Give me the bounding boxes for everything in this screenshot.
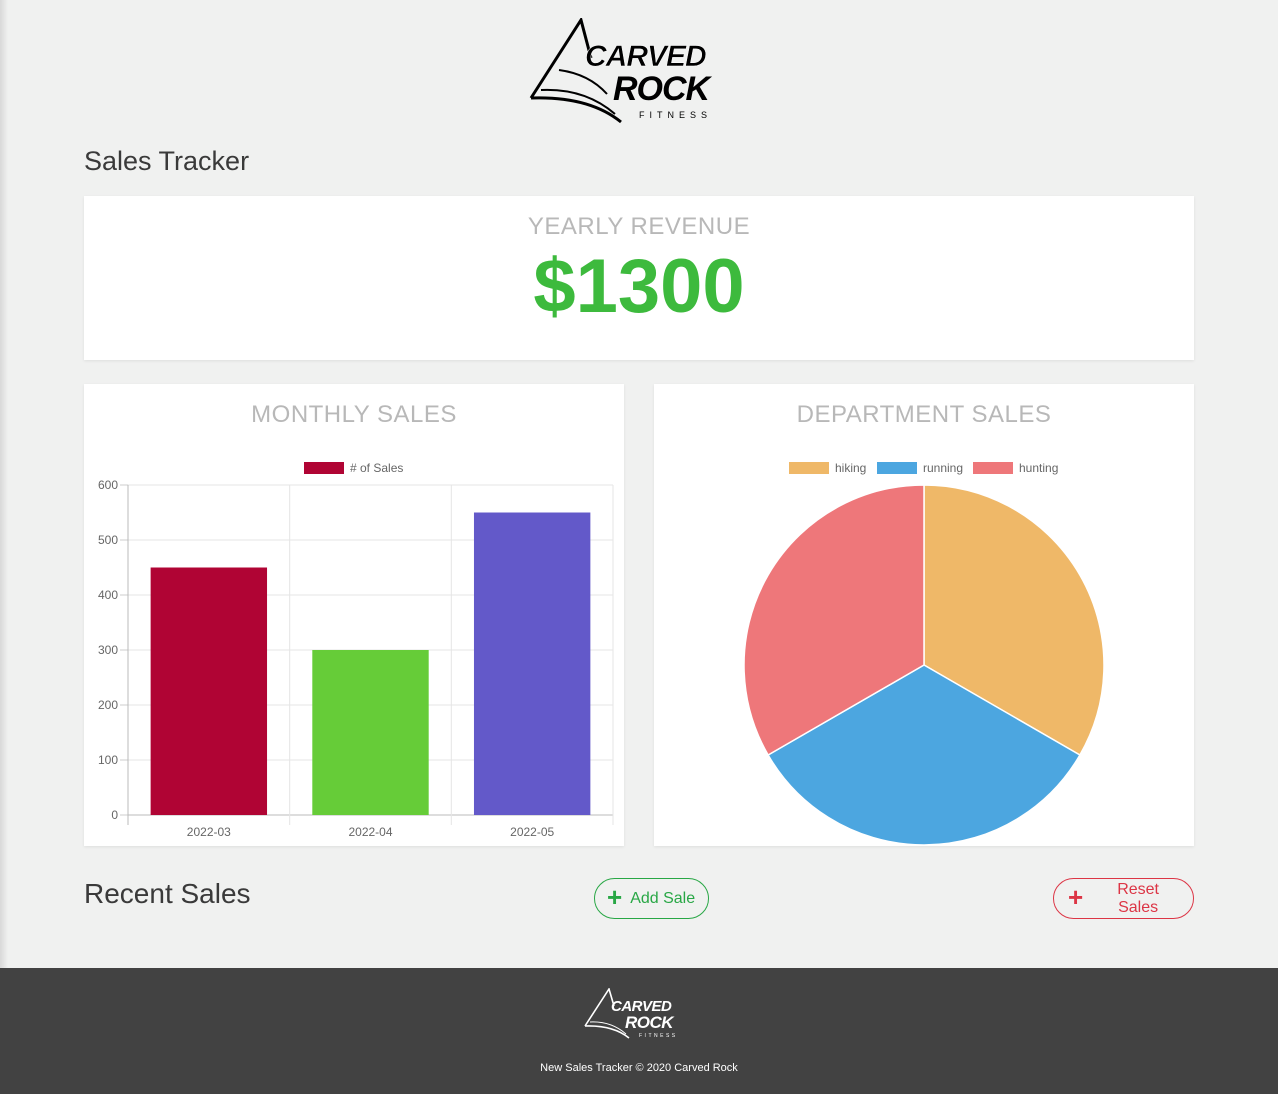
x-tick-label: 2022-04 bbox=[348, 825, 392, 839]
footer-logo: CARVED ROCK FITNESS bbox=[583, 987, 697, 1040]
yearly-revenue-heading: YEARLY REVENUE bbox=[527, 213, 751, 240]
legend-label-hiking: hiking bbox=[835, 461, 866, 475]
legend-label-running: running bbox=[923, 461, 963, 475]
footer-logo-text-rock: ROCK bbox=[625, 1013, 675, 1032]
y-tick-label: 400 bbox=[98, 588, 118, 602]
y-tick-label: 200 bbox=[98, 698, 118, 712]
footer-logo-text-fitness: FITNESS bbox=[639, 1033, 678, 1039]
legend-swatch-hunting bbox=[973, 462, 1013, 474]
reset-sales-button[interactable]: + Reset Sales bbox=[1053, 878, 1194, 919]
logo-text-rock: ROCK bbox=[613, 70, 713, 108]
bar-legend: # of Sales bbox=[304, 461, 403, 475]
monthly-sales-bar-chart: # of Sales 0 100 200 300 400 500 600 2022-03 2022… bbox=[98, 461, 614, 839]
y-tick-label: 300 bbox=[98, 643, 118, 657]
yearly-revenue-value: $1300 bbox=[533, 244, 745, 329]
department-sales-pie-chart: hiking running hunting bbox=[743, 461, 1105, 846]
y-tick-label: 100 bbox=[98, 753, 118, 767]
logo-text-carved: CARVED bbox=[585, 40, 706, 73]
y-tick-label: 500 bbox=[98, 533, 118, 547]
recent-sales-title: Recent Sales bbox=[84, 878, 251, 909]
plus-icon: + bbox=[1068, 882, 1084, 912]
carved-rock-logo: CARVED ROCK FITNESS bbox=[529, 16, 753, 126]
reset-sales-label: Reset Sales bbox=[1117, 880, 1159, 916]
x-tick-label: 2022-03 bbox=[187, 825, 231, 839]
legend-label-hunting: hunting bbox=[1019, 461, 1058, 475]
footer-copyright: New Sales Tracker © 2020 Carved Rock bbox=[540, 1062, 738, 1074]
legend-swatch-hiking bbox=[789, 462, 829, 474]
y-tick-label: 600 bbox=[98, 478, 118, 492]
logo-text-fitness: FITNESS bbox=[639, 110, 712, 120]
legend-swatch-sales bbox=[304, 462, 344, 474]
yearly-revenue-card: YEARLY REVENUE $1300 bbox=[84, 196, 1194, 360]
page-title: Sales Tracker bbox=[84, 146, 250, 176]
footer: CARVED ROCK FITNESS New Sales Tracker © … bbox=[0, 968, 1278, 1094]
page-edge-shadow bbox=[0, 0, 8, 968]
legend-swatch-running bbox=[877, 462, 917, 474]
pie-legend: hiking running hunting bbox=[789, 461, 1058, 475]
plus-icon: + bbox=[607, 882, 623, 912]
legend-label-sales: # of Sales bbox=[350, 461, 403, 475]
department-sales-card: DEPARTMENT SALES hiking running hunting bbox=[654, 384, 1194, 846]
bar-2022-03 bbox=[150, 567, 268, 815]
bar-2022-05 bbox=[473, 512, 591, 815]
bar-2022-04 bbox=[312, 650, 429, 815]
x-tick-label: 2022-05 bbox=[510, 825, 554, 839]
add-sale-label: Add Sale bbox=[630, 889, 696, 907]
add-sale-button[interactable]: + Add Sale bbox=[594, 878, 709, 919]
monthly-sales-card: MONTHLY SALES # of Sales 0 100 200 300 400 500… bbox=[84, 384, 624, 846]
y-tick-label: 0 bbox=[111, 808, 118, 822]
